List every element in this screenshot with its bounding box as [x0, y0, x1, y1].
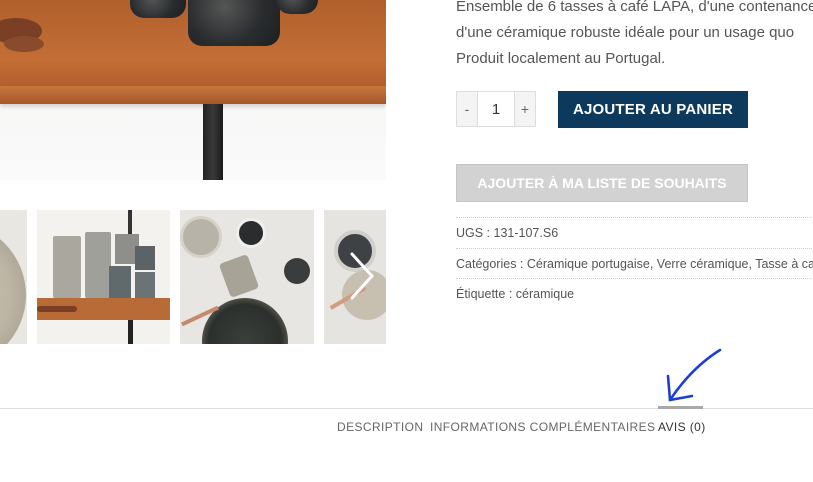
tab-additional-information[interactable]: INFORMATIONS COMPLÉMENTAIRES	[430, 420, 655, 434]
thumbnail-table-leg	[128, 320, 133, 344]
image-cup	[130, 0, 186, 18]
description-line: d'une céramique robuste idéale pour un u…	[456, 24, 795, 41]
thumbnail-cup	[53, 236, 81, 298]
image-cup	[188, 0, 280, 46]
hand-drawn-arrow-icon	[664, 346, 726, 408]
thumbnail-image[interactable]	[180, 210, 314, 344]
thumbnail-image[interactable]	[0, 210, 27, 344]
thumbnail-plate	[180, 216, 222, 258]
quantity-input[interactable]: 1	[478, 91, 514, 127]
quantity-plus-button[interactable]: +	[514, 91, 536, 127]
thumbnail-cup	[218, 253, 260, 299]
image-table-edge	[0, 86, 386, 104]
description-line: Ensemble de 6 tasses à café LAPA, d'une …	[456, 0, 813, 15]
thumbnail-cup	[135, 246, 155, 270]
meta-divider	[456, 217, 813, 218]
thumbnail-image[interactable]	[37, 210, 170, 344]
product-tag[interactable]: Étiquette : céramique	[456, 287, 813, 301]
thumbnail-cup	[284, 258, 310, 284]
product-main-image[interactable]	[0, 0, 386, 180]
meta-divider	[456, 278, 813, 279]
tab-reviews[interactable]: AVIS (0)	[658, 420, 706, 434]
chevron-right-icon[interactable]	[346, 250, 376, 302]
product-categories[interactable]: Catégories : Céramique portugaise, Verre…	[456, 257, 813, 271]
quantity-minus-button[interactable]: -	[456, 91, 478, 127]
thumbnail-spoon	[37, 306, 77, 312]
thumbnail-cup	[109, 266, 131, 298]
meta-divider	[456, 248, 813, 249]
thumbnail-cup	[85, 232, 111, 298]
description-line: Produit localement au Portugal.	[456, 50, 666, 67]
gallery-thumbnails	[0, 210, 386, 344]
image-table-leg	[203, 104, 223, 180]
product-sku: UGS : 131-107.S6	[456, 226, 559, 240]
product-short-description: Ensemble de 6 tasses à café LAPA, d'une …	[456, 0, 813, 72]
add-to-cart-button[interactable]: AJOUTER AU PANIER	[558, 91, 748, 128]
thumbnail-cup	[236, 218, 266, 248]
image-spoon	[4, 36, 44, 52]
thumbnail-plate	[0, 222, 26, 344]
thumbnail-cup	[135, 272, 155, 298]
add-to-wishlist-button[interactable]: AJOUTER À MA LISTE DE SOUHAITS	[456, 164, 748, 202]
active-tab-indicator	[658, 406, 703, 409]
thumbnail-plate	[202, 298, 288, 344]
quantity-stepper: - 1 +	[456, 91, 536, 127]
tab-description[interactable]: DESCRIPTION	[337, 420, 423, 434]
